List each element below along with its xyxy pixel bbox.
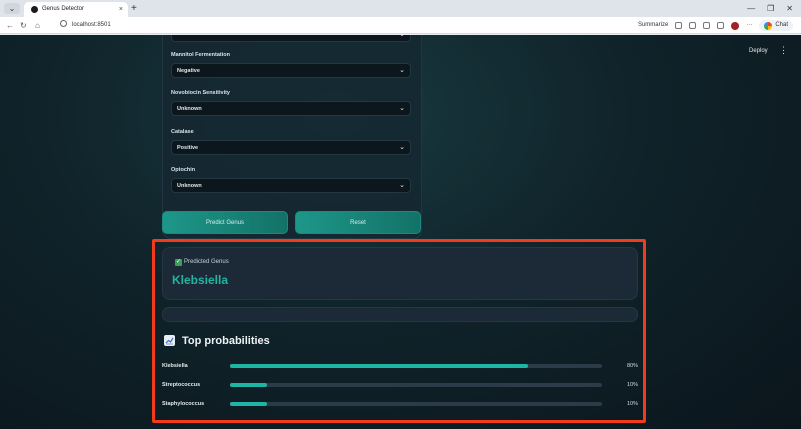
window-controls: — ❐ ✕ bbox=[747, 2, 793, 15]
address-bar[interactable]: localhost:8501 bbox=[60, 20, 111, 31]
chevron-down-icon: ⌄ bbox=[399, 105, 405, 112]
toolbar-actions: Summarize ··· Chat bbox=[638, 20, 793, 31]
address-text: localhost:8501 bbox=[72, 22, 111, 28]
refresh-icon[interactable]: ↻ bbox=[20, 20, 27, 31]
catalase-label: Catalase bbox=[171, 129, 194, 135]
mannitol-value: Negative bbox=[177, 68, 200, 74]
app-main-menu-icon[interactable]: ⋮ bbox=[779, 45, 788, 55]
optochin-value: Unknown bbox=[177, 183, 202, 189]
minimize-button[interactable]: — bbox=[747, 2, 755, 15]
tab-close-icon[interactable]: × bbox=[119, 4, 123, 15]
optochin-select[interactable]: Unknown ⌄ bbox=[171, 178, 411, 193]
browser-tabstrip: ⌄ Genus Detector × + — ❐ ✕ bbox=[0, 0, 801, 17]
reader-view-icon[interactable] bbox=[675, 22, 683, 29]
novobiocin-value: Unknown bbox=[177, 106, 202, 112]
mannitol-select[interactable]: Negative ⌄ bbox=[171, 63, 411, 78]
browser-toolbar: ← ↻ ⌂ localhost:8501 Summarize ··· Chat bbox=[0, 17, 801, 34]
profile-label: Chat bbox=[775, 22, 788, 28]
new-tab-button[interactable]: + bbox=[131, 2, 137, 15]
predict-genus-button[interactable]: Predict Genus bbox=[162, 211, 288, 234]
back-icon[interactable]: ← bbox=[6, 20, 14, 31]
browser-tab-active[interactable]: Genus Detector × bbox=[24, 2, 128, 17]
app-viewport: Deploy ⋮ ⌄ Mannitol Fermentation Negativ… bbox=[0, 35, 801, 429]
profile-button[interactable]: Chat bbox=[759, 20, 793, 31]
highlight-frame bbox=[152, 239, 646, 423]
tab-title: Genus Detector bbox=[42, 6, 85, 12]
close-window-button[interactable]: ✕ bbox=[786, 2, 793, 15]
chevron-down-icon: ⌄ bbox=[399, 67, 405, 74]
catalase-value: Positive bbox=[177, 145, 199, 151]
chevron-down-icon: ⌄ bbox=[399, 182, 405, 189]
read-aloud-icon[interactable] bbox=[689, 22, 697, 29]
chevron-down-icon: ⌄ bbox=[399, 35, 405, 40]
novobiocin-label: Novobiocin Sensitivity bbox=[171, 90, 230, 96]
summarize-button[interactable]: Summarize bbox=[638, 20, 668, 31]
restore-button[interactable]: ❐ bbox=[767, 2, 774, 15]
streamlit-favicon-icon bbox=[31, 6, 38, 13]
novobiocin-select[interactable]: Unknown ⌄ bbox=[171, 101, 411, 116]
mannitol-label: Mannitol Fermentation bbox=[171, 52, 230, 58]
previous-field-select[interactable]: ⌄ bbox=[171, 35, 411, 42]
catalase-select[interactable]: Positive ⌄ bbox=[171, 140, 411, 155]
extension-badge-icon[interactable] bbox=[731, 21, 740, 30]
profile-avatar-icon bbox=[764, 21, 773, 30]
deploy-button[interactable]: Deploy bbox=[749, 47, 768, 55]
reset-button[interactable]: Reset bbox=[295, 211, 421, 234]
tab-actions-menu-icon[interactable]: ⌄ bbox=[4, 3, 20, 14]
site-info-icon[interactable] bbox=[60, 20, 67, 27]
optochin-label: Optochin bbox=[171, 167, 196, 173]
more-menu-icon[interactable]: ··· bbox=[746, 20, 752, 31]
extensions-icon[interactable] bbox=[717, 22, 725, 29]
home-icon[interactable]: ⌂ bbox=[35, 20, 40, 31]
favorites-star-icon[interactable] bbox=[703, 22, 711, 29]
chevron-down-icon: ⌄ bbox=[399, 144, 405, 151]
